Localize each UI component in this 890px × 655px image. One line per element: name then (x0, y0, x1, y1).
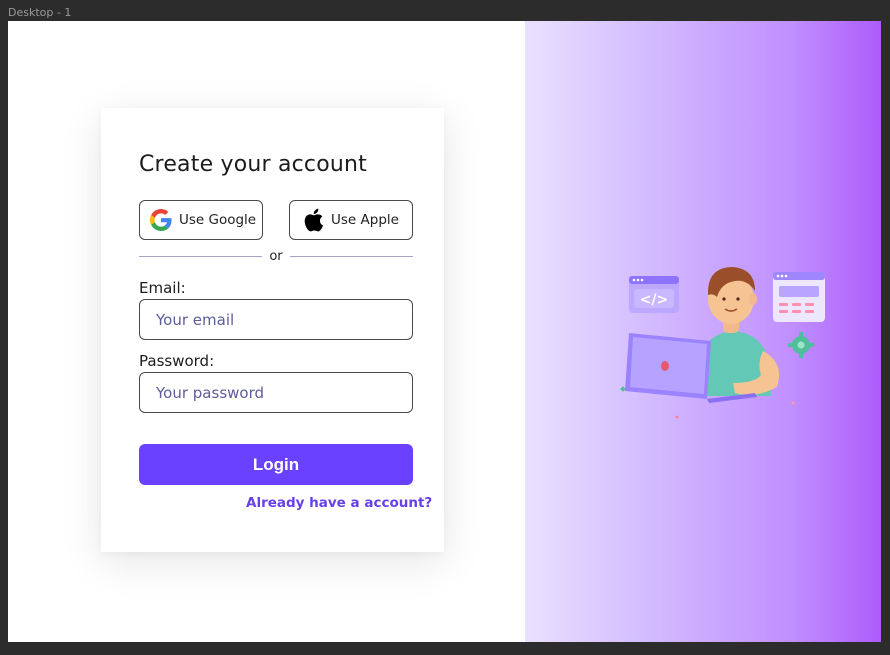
email-field[interactable] (139, 299, 413, 340)
developer-figure (697, 267, 780, 396)
login-button[interactable]: Login (139, 444, 413, 485)
illustration-pane: </> (525, 21, 881, 642)
page-title: Create your account (139, 152, 368, 177)
already-have-account-link[interactable]: Already have a account? (246, 495, 432, 511)
apple-icon (301, 208, 325, 232)
gear-icon (788, 332, 814, 358)
apple-signin-button[interactable]: Use Apple (289, 200, 413, 240)
code-window-icon: </> (629, 276, 679, 313)
or-divider: or (139, 248, 413, 264)
signup-card: Create your account Use Google Use Apple… (101, 108, 444, 552)
email-label: Email: (139, 279, 186, 297)
google-icon (149, 208, 173, 232)
password-field[interactable] (139, 372, 413, 413)
form-window-icon (773, 272, 825, 322)
google-signin-button[interactable]: Use Google (139, 200, 263, 240)
apple-button-label: Use Apple (331, 212, 399, 228)
desktop-frame: Create your account Use Google Use Apple… (8, 21, 881, 642)
developer-illustration: </> (620, 267, 825, 419)
google-button-label: Use Google (179, 212, 257, 228)
frame-label: Desktop - 1 (8, 6, 72, 19)
divider-line-right (289, 255, 413, 257)
divider-line-left (139, 255, 263, 257)
svg-text:</>: </> (640, 292, 669, 308)
left-pane: Create your account Use Google Use Apple… (8, 21, 525, 642)
password-label: Password: (139, 352, 215, 370)
divider-text: or (269, 248, 283, 264)
